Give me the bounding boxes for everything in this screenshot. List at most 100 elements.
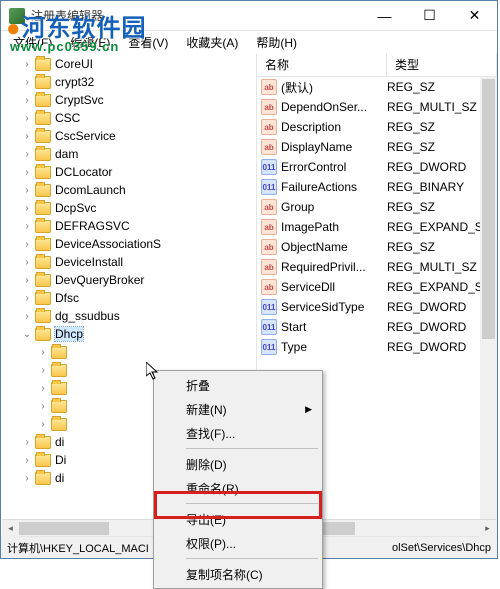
value-name: ImagePath xyxy=(281,220,387,234)
expander-icon[interactable]: › xyxy=(21,131,33,142)
context-menu-item[interactable]: 折叠 xyxy=(156,373,320,397)
folder-icon xyxy=(35,130,51,143)
value-bin-icon: 011 xyxy=(261,319,277,335)
expander-icon[interactable]: › xyxy=(21,95,33,106)
expander-icon[interactable]: › xyxy=(21,149,33,160)
close-button[interactable]: ✕ xyxy=(452,1,497,30)
tree-label: Di xyxy=(55,453,66,467)
context-menu[interactable]: 折叠新建(N)▶查找(F)... 删除(D)重命名(R) 导出(E)权限(P)...… xyxy=(153,370,323,589)
menu-file[interactable]: 文件(F) xyxy=(5,32,60,53)
tree-label: Dhcp xyxy=(55,327,83,341)
expander-icon[interactable]: › xyxy=(21,221,33,232)
tree-item[interactable]: ›CryptSvc xyxy=(1,91,256,109)
titlebar[interactable]: 注册表编辑器 — ☐ ✕ xyxy=(1,1,497,31)
status-path-left: 计算机\HKEY_LOCAL_MACI xyxy=(7,540,149,556)
expander-icon[interactable]: › xyxy=(21,437,33,448)
tree-item[interactable]: › Dfsc xyxy=(1,289,256,307)
menu-separator xyxy=(186,448,318,449)
context-menu-item[interactable]: 删除(D) xyxy=(156,452,320,476)
tree-item[interactable]: ›CSC xyxy=(1,109,256,127)
menu-help[interactable]: 帮助(H) xyxy=(248,32,305,53)
tree-item[interactable]: ›DcpSvc xyxy=(1,199,256,217)
folder-icon xyxy=(35,184,51,197)
value-type: REG_DWORD xyxy=(387,300,466,314)
context-menu-item[interactable]: 导出(E) xyxy=(156,507,320,531)
scroll-thumb[interactable] xyxy=(19,522,109,535)
expander-icon[interactable]: › xyxy=(21,473,33,484)
maximize-button[interactable]: ☐ xyxy=(407,1,452,30)
expander-icon[interactable]: › xyxy=(21,311,33,322)
expander-icon[interactable]: › xyxy=(37,347,49,358)
expander-icon[interactable]: › xyxy=(21,77,33,88)
list-header[interactable]: 名称 类型 xyxy=(257,53,497,77)
list-row[interactable]: 011StartREG_DWORD xyxy=(257,317,497,337)
menu-view[interactable]: 查看(V) xyxy=(120,32,176,53)
expander-icon[interactable]: › xyxy=(21,185,33,196)
list-row[interactable]: abServiceDllREG_EXPAND_SZ xyxy=(257,277,497,297)
expander-icon[interactable]: › xyxy=(21,455,33,466)
expander-icon[interactable]: › xyxy=(37,401,49,412)
tree-item[interactable]: ⌄ Dhcp xyxy=(1,325,256,343)
tree-item[interactable]: ›CoreUI xyxy=(1,55,256,73)
expander-icon[interactable]: › xyxy=(21,59,33,70)
folder-icon xyxy=(35,472,51,485)
tree-item[interactable]: ›DeviceAssociationS xyxy=(1,235,256,253)
expander-icon[interactable]: › xyxy=(37,419,49,430)
tree-item[interactable]: ›DevQueryBroker xyxy=(1,271,256,289)
list-row[interactable]: 011ServiceSidTypeREG_DWORD xyxy=(257,297,497,317)
folder-icon xyxy=(51,418,67,431)
minimize-button[interactable]: — xyxy=(362,1,407,30)
scroll-left-icon[interactable]: ◂ xyxy=(2,520,19,537)
tree-item[interactable]: ›dam xyxy=(1,145,256,163)
expander-icon[interactable]: › xyxy=(21,113,33,124)
list-row[interactable]: abRequiredPrivil...REG_MULTI_SZ xyxy=(257,257,497,277)
context-menu-item[interactable]: 权限(P)... xyxy=(156,531,320,555)
tree-item[interactable]: › xyxy=(1,343,256,361)
list-row[interactable]: 011TypeREG_DWORD xyxy=(257,337,497,357)
tree-item[interactable]: ›crypt32 xyxy=(1,73,256,91)
window-title: 注册表编辑器 xyxy=(31,7,362,24)
list-row[interactable]: abObjectNameREG_SZ xyxy=(257,237,497,257)
list-row[interactable]: abDisplayNameREG_SZ xyxy=(257,137,497,157)
expander-icon[interactable]: › xyxy=(37,383,49,394)
tree-item[interactable]: ›DeviceInstall xyxy=(1,253,256,271)
col-header-type[interactable]: 类型 xyxy=(387,53,497,76)
tree-item[interactable]: ›DCLocator xyxy=(1,163,256,181)
list-row[interactable]: abDescriptionREG_SZ xyxy=(257,117,497,137)
app-icon xyxy=(9,8,25,24)
menu-edit[interactable]: 编辑(E) xyxy=(62,32,118,53)
folder-icon xyxy=(51,346,67,359)
expander-icon[interactable]: › xyxy=(21,293,33,304)
list-row[interactable]: abImagePathREG_EXPAND_SZ xyxy=(257,217,497,237)
tree-item[interactable]: ›CscService xyxy=(1,127,256,145)
list-row[interactable]: abGroupREG_SZ xyxy=(257,197,497,217)
tree-item[interactable]: ›DcomLaunch xyxy=(1,181,256,199)
tree-item[interactable]: ›DEFRAGSVC xyxy=(1,217,256,235)
list-row[interactable]: 011ErrorControlREG_DWORD xyxy=(257,157,497,177)
col-header-name[interactable]: 名称 xyxy=(257,53,387,76)
expander-icon[interactable]: ⌄ xyxy=(21,329,33,340)
expander-icon[interactable]: › xyxy=(21,167,33,178)
tree-item[interactable]: ›dg_ssudbus xyxy=(1,307,256,325)
expander-icon[interactable]: › xyxy=(21,275,33,286)
expander-icon[interactable]: › xyxy=(21,257,33,268)
menu-favorites[interactable]: 收藏夹(A) xyxy=(178,32,246,53)
context-menu-item[interactable]: 查找(F)... xyxy=(156,421,320,445)
list-row[interactable]: ab(默认)REG_SZ xyxy=(257,77,497,97)
expander-icon[interactable]: › xyxy=(37,365,49,376)
value-type: REG_SZ xyxy=(387,200,435,214)
expander-icon[interactable]: › xyxy=(21,203,33,214)
scroll-right-icon[interactable]: ▸ xyxy=(479,520,496,537)
context-menu-item[interactable]: 重命名(R) xyxy=(156,476,320,500)
list-row[interactable]: abDependOnSer...REG_MULTI_SZ xyxy=(257,97,497,117)
scrollbar-thumb[interactable] xyxy=(482,79,495,339)
context-menu-item[interactable]: 复制项名称(C) xyxy=(156,562,320,586)
list-row[interactable]: 011FailureActionsREG_BINARY xyxy=(257,177,497,197)
tree-label: Dfsc xyxy=(55,291,79,305)
expander-icon[interactable]: › xyxy=(21,239,33,250)
folder-icon xyxy=(35,76,51,89)
list-v-scrollbar[interactable] xyxy=(480,77,497,536)
value-type: REG_MULTI_SZ xyxy=(387,260,477,274)
value-sz-icon: ab xyxy=(261,99,277,115)
context-menu-item[interactable]: 新建(N)▶ xyxy=(156,397,320,421)
